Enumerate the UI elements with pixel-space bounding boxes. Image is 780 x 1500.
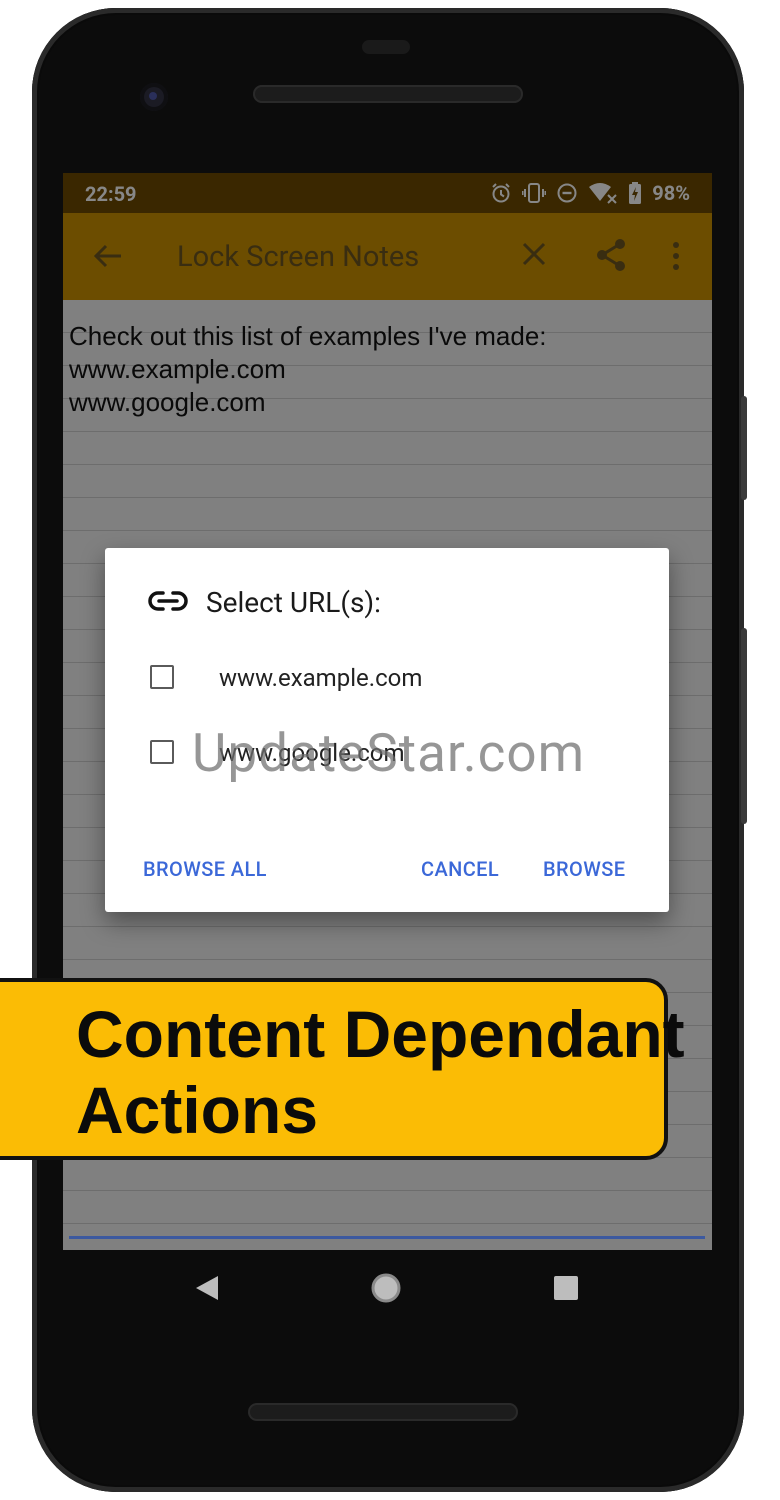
- feature-banner: Content Dependant Actions: [0, 978, 685, 1160]
- navigation-bar: [63, 1250, 712, 1325]
- cancel-button[interactable]: CANCEL: [421, 857, 499, 881]
- url-label-example[interactable]: www.example.com: [219, 664, 422, 692]
- volume-button: [741, 628, 747, 824]
- browse-button[interactable]: BROWSE: [543, 857, 625, 881]
- browse-all-button[interactable]: BROWSE ALL: [143, 857, 267, 881]
- nav-recents-icon[interactable]: [553, 1275, 579, 1301]
- top-speaker: [253, 85, 523, 103]
- url-checkbox-example[interactable]: [150, 665, 174, 689]
- link-icon: [148, 591, 188, 611]
- banner-text-content: Content Dependant Actions: [76, 997, 685, 1147]
- watermark: UpdateStar.com: [192, 722, 586, 784]
- earpiece: [362, 40, 410, 54]
- dialog-title: Select URL(s):: [206, 586, 381, 619]
- power-button: [741, 396, 747, 500]
- bottom-speaker: [248, 1403, 518, 1421]
- note-underline: [69, 1236, 705, 1239]
- nav-back-icon[interactable]: [194, 1274, 220, 1302]
- url-checkbox-google[interactable]: [150, 740, 174, 764]
- nav-home-icon[interactable]: [370, 1272, 402, 1304]
- front-camera: [140, 83, 168, 111]
- banner-text: Content Dependant Actions: [76, 996, 685, 1148]
